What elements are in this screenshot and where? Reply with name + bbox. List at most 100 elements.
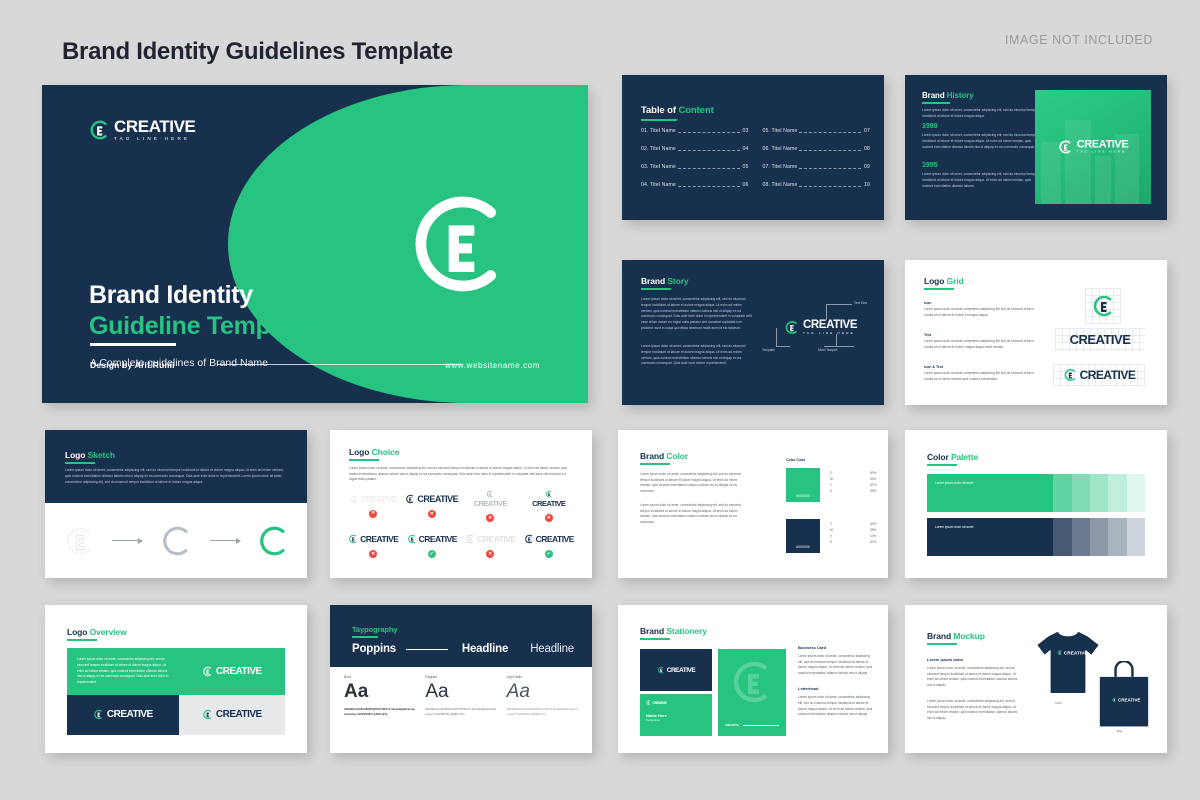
stationery-descriptions: Business Card Lorem ipsum dolor sit amet… (798, 645, 874, 718)
business-card-front: CREATIVE (640, 649, 712, 691)
history-intro: Lorem ipsum dolor sit amet, consectetur … (922, 108, 1038, 118)
creative-logo-icon (94, 710, 102, 720)
toc-column-right: 05. Titel Name 07 06. Titel Name 08 07. Ti… (763, 128, 871, 200)
creative-logo-icon (1064, 369, 1075, 381)
slide-color-palette[interactable]: Color Palette Lorem ipsum dolor sit amet… (905, 430, 1167, 578)
history-body-1: Lorem ipsum dolor sit amet, consectetur … (922, 133, 1038, 149)
palette-tint[interactable] (1053, 518, 1072, 556)
logo-wordmark: CREATIVE (532, 499, 566, 508)
cover-footer-line (217, 364, 462, 365)
typography-weight-columns: Bold Aa ABCDEFGHIJKLMNOPQRSTUVWXYZ abcde… (344, 675, 578, 745)
choice-option[interactable]: CREATIVE ✓ (403, 526, 462, 566)
palette-tint[interactable] (1108, 474, 1127, 512)
toc-entry[interactable]: 07. Titel Name 09 (763, 164, 871, 170)
logo-wordmark: CREATIVE (418, 534, 458, 544)
toc-entry[interactable]: 01. Titel Name 03 (641, 128, 749, 134)
slide-typography[interactable]: Taypography Poppins Headline Headline Bo… (330, 605, 592, 753)
color-code-label: Color Code (786, 458, 806, 462)
headline-bold-sample: Headline (461, 643, 509, 655)
color-swatch-secondary[interactable]: #000000 (786, 519, 820, 553)
approve-icon: ✓ (427, 550, 436, 558)
sketch-progression (45, 503, 307, 578)
palette-tint[interactable] (1053, 474, 1072, 512)
mockup-caption-bag: Bag (1117, 729, 1123, 733)
tshirt-mockup-icon: CREATIVE (1037, 631, 1099, 693)
logo-grid-row-label: Text (924, 333, 932, 337)
cover-heading-line2: Guideline Template (89, 311, 313, 340)
toc-entry[interactable]: 08. Titel Name 10 (763, 182, 871, 188)
weight-charset: ABCDEFGHIJKLMNOPQRSTUVWXYZ abcdefghijklm… (344, 708, 415, 717)
slide-cover[interactable]: CREATIVE TAG LINE HERE Brand Identity Gu… (42, 85, 588, 403)
palette-tint[interactable] (1126, 474, 1145, 512)
creative-logo-icon (407, 534, 415, 544)
choice-option[interactable]: CREATIVE ✕ (344, 526, 403, 566)
weight-label: Light Italic (506, 675, 522, 679)
sketch-title: Logo Sketch (65, 450, 115, 460)
slide-brand-story[interactable]: Brand Story Lorem ipsum dolor sit amet, … (622, 260, 884, 405)
toc-entry[interactable]: 03. Titel Name 05 (641, 164, 749, 170)
stationery-section-heading: Business Card (798, 645, 827, 650)
creative-logo-icon (350, 495, 358, 503)
choice-option[interactable]: CREATIVE ✕ (520, 486, 579, 526)
overview-logo-on-gray: CREATIVE (178, 694, 285, 735)
reject-icon: ✕ (369, 550, 378, 558)
stationery-section-body: Lorem ipsum dolor sit amet, consectetur … (798, 654, 873, 675)
choice-body: Lorem ipsum dolor sit amet, consectetur … (349, 466, 568, 482)
poster-canvas: Brand Identity Guidelines Template IMAGE… (0, 0, 1200, 800)
choice-option[interactable]: CREATIVE ✕ (403, 486, 462, 526)
weight-sample: Aa (344, 681, 369, 702)
creative-logo-icon (657, 666, 664, 674)
palette-tint[interactable] (1090, 474, 1109, 512)
typography-title: Taypography (352, 625, 398, 634)
logo-grid-row-body: Lorem ipsum dolor sit amet consectetur a… (924, 307, 1035, 317)
choice-option[interactable]: CREATIVE ✕ (461, 526, 520, 566)
creative-logo-icon (1059, 140, 1071, 154)
choice-option[interactable]: CREATIVE ✓ (520, 526, 579, 566)
slide-logo-choice[interactable]: Logo Choice Lorem ipsum dolor sit amet, … (330, 430, 592, 578)
slide-logo-sketch[interactable]: Logo Sketch Lorem ipsum dolor sit amet, … (45, 430, 307, 578)
reject-icon: ✕ (369, 509, 378, 518)
creative-logo-icon (785, 321, 797, 334)
palette-tint[interactable] (1126, 518, 1145, 556)
svg-text:CREATIVE: CREATIVE (1064, 651, 1089, 657)
toc-entry[interactable]: 04. Titel Name 06 (641, 182, 749, 188)
brand-color-body-1: Lorem ipsum dolor sit amet, consectetur … (640, 472, 741, 493)
logo-grid-title-underline (924, 288, 954, 290)
logo-wordmark: CREATIVE (360, 534, 399, 544)
slide-logo-grid[interactable]: Logo Grid Icon Lorem ipsum dolor sit ame… (905, 260, 1167, 405)
logo-grid-row-label: Icon & Text (924, 365, 944, 369)
stationery-section-heading: Letterhead (798, 686, 819, 692)
color-swatch-primary[interactable]: #000000 (786, 468, 820, 502)
slide-brand-history[interactable]: Brand History Lorem ipsum dolor sit amet… (905, 75, 1167, 220)
cmyk-values-secondary: C 60% M 39% Y 10% K 67% (830, 522, 877, 544)
slide-brand-mockup[interactable]: Brand Mockup Lorem ipsum dolor Lorem ips… (905, 605, 1167, 753)
logo-wordmark: CREATIVE (1079, 368, 1136, 382)
choice-option[interactable]: CREATIVE ✕ (461, 486, 520, 526)
palette-tint[interactable] (1071, 474, 1091, 512)
slide-logo-overview[interactable]: Logo Overview Lorem ipsum dolor sit amet… (45, 605, 307, 753)
cover-divider (90, 343, 176, 346)
palette-tint[interactable] (1108, 518, 1127, 556)
history-title-underline (922, 102, 950, 104)
toc-entry[interactable]: 05. Titel Name 07 (763, 128, 871, 134)
svg-text:CREATIVE: CREATIVE (1118, 698, 1141, 703)
palette-tint[interactable] (1090, 518, 1109, 556)
palette-tint[interactable] (1071, 518, 1091, 556)
choice-option[interactable]: CREATIVE ✕ (344, 486, 403, 526)
slide-brand-color[interactable]: Brand Color Lorem ipsum dolor sit amet, … (618, 430, 888, 578)
reject-icon: ✕ (486, 550, 495, 558)
creative-logo-icon (203, 666, 211, 677)
slide-table-of-content[interactable]: Table of Content 01. Titel Name 03 02. Ti… (622, 75, 884, 220)
image-not-included-note: IMAGE NOT INCLUDED (1004, 33, 1153, 47)
slide-brand-stationery[interactable]: Brand Stationery CREATIVE CREATIVE Name … (618, 605, 888, 753)
toc-column-left: 01. Titel Name 03 02. Titel Name 04 03. Ti… (641, 128, 749, 200)
overview-grid: Lorem ipsum dolor sit amet, consectetur … (67, 648, 285, 735)
palette-main-swatch[interactable]: Lorem ipsum dolor sit amet (927, 518, 1054, 556)
logo-grid-row-body: Lorem ipsum dolor sit amet consectetur a… (924, 339, 1035, 349)
history-title: Brand History (922, 91, 974, 100)
palette-main-swatch[interactable]: Lorem ipsum dolor sit amet (927, 474, 1054, 512)
toc-entry[interactable]: 02. Titel Name 04 (641, 146, 749, 152)
reject-icon: ✕ (427, 510, 436, 518)
approve-icon: ✓ (544, 550, 553, 558)
toc-entry[interactable]: 06. Titel Name 08 (763, 146, 871, 152)
